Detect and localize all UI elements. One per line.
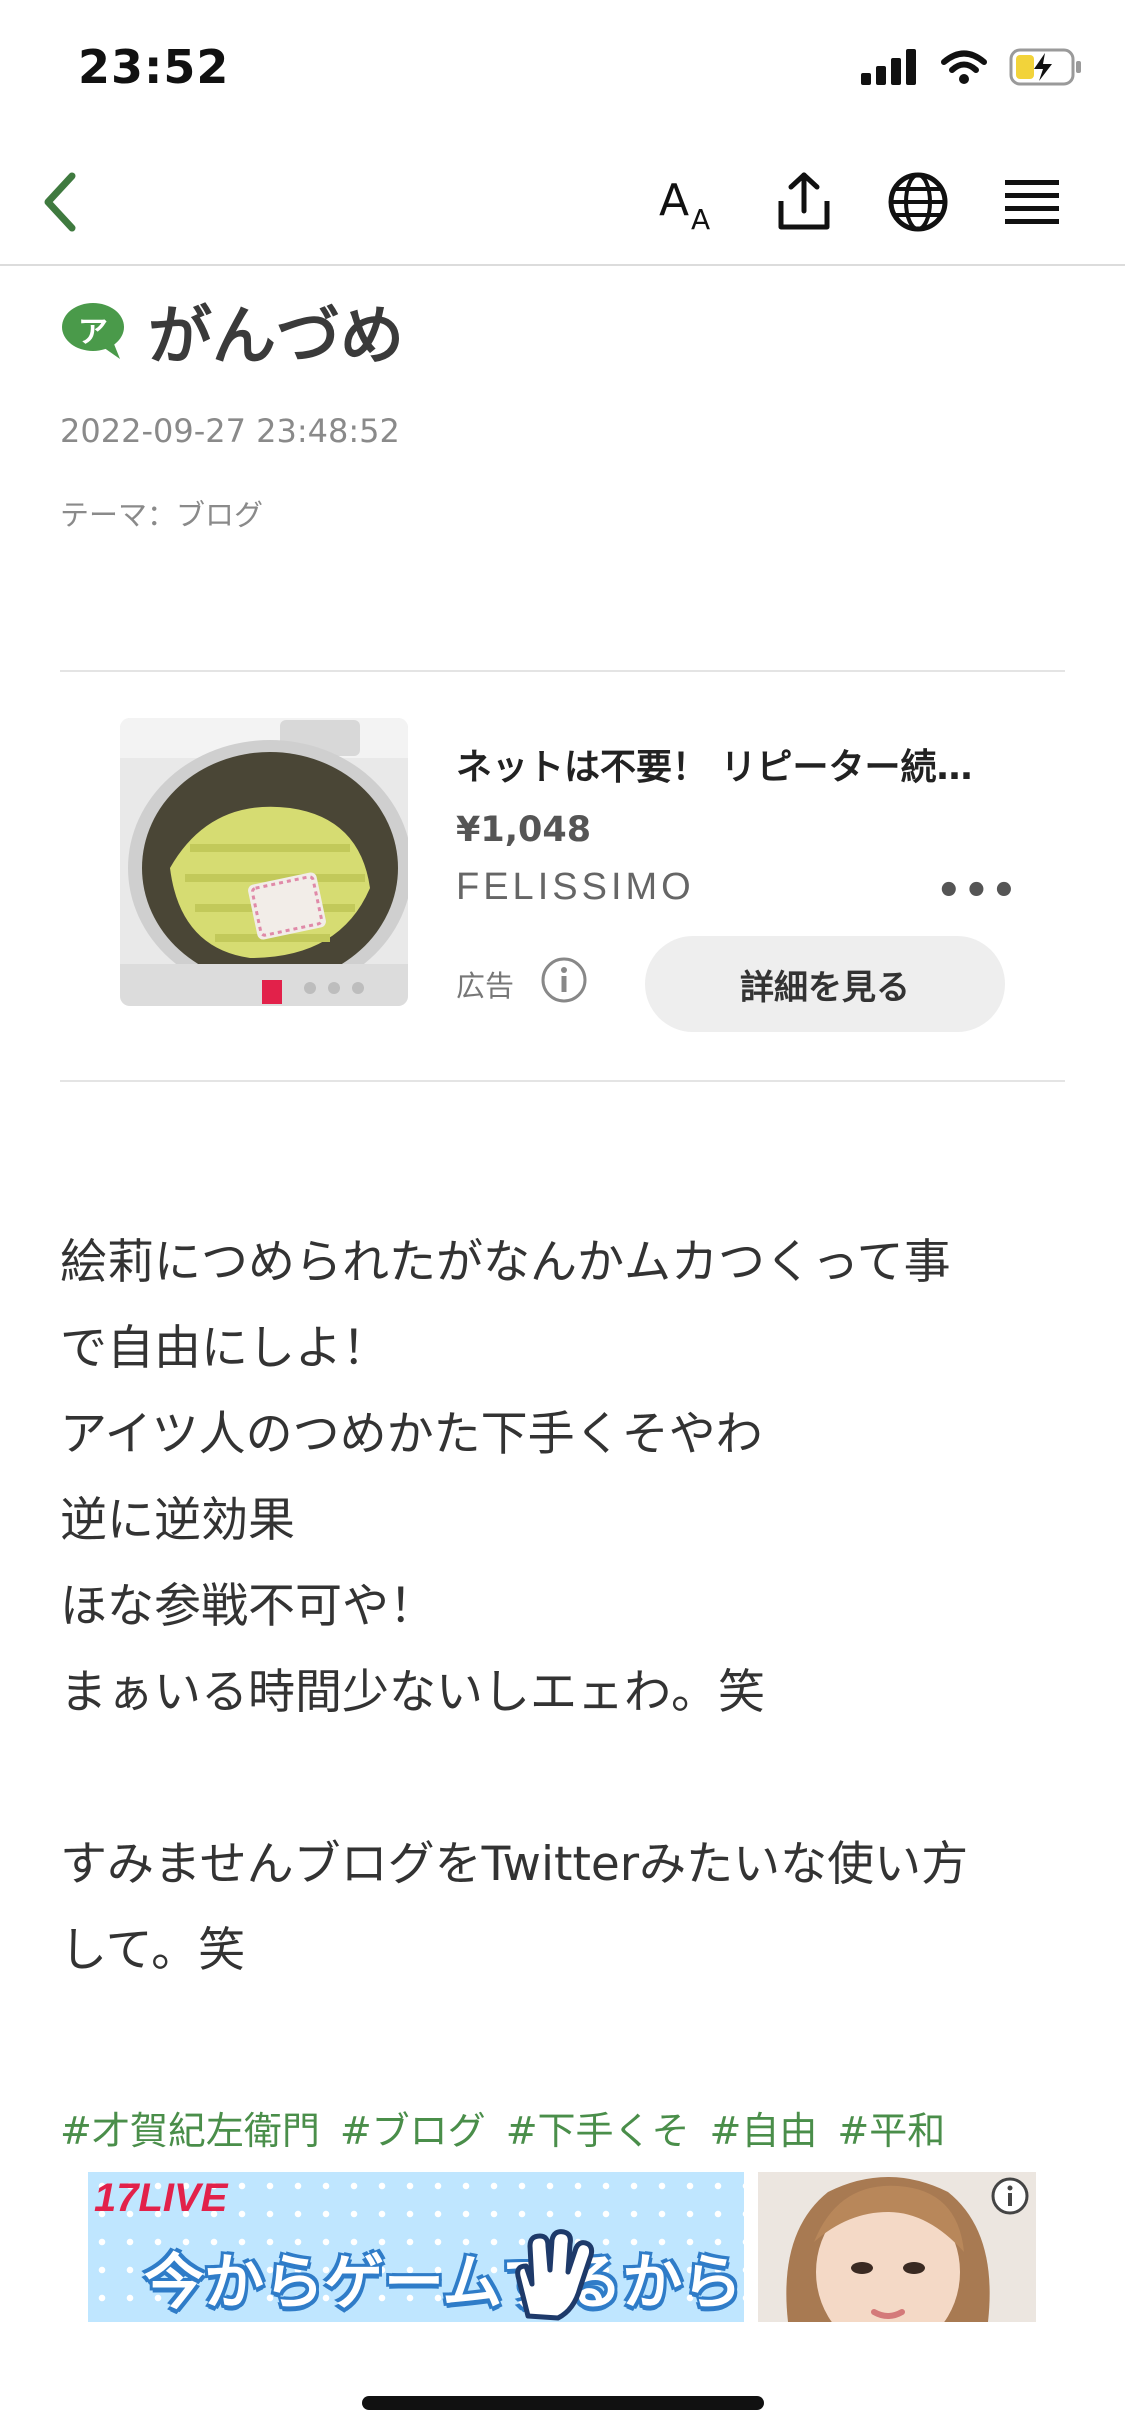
divider: [60, 1080, 1065, 1082]
signal-icon: [861, 49, 916, 85]
status-time: 23:52: [78, 40, 230, 94]
home-indicator[interactable]: [362, 2396, 764, 2410]
ad-title[interactable]: ネットは不要！ リピーター続出の…: [456, 738, 996, 790]
view-details-button[interactable]: 詳細を見る: [645, 936, 1005, 1032]
font-size-icon: A A: [659, 175, 710, 233]
hashtag-link[interactable]: #自由: [710, 2100, 818, 2155]
status-bar: 23:52: [0, 0, 1125, 140]
author-row[interactable]: ア がんづめ: [60, 285, 404, 377]
divider: [60, 670, 1065, 672]
body-line: 絵莉につめられたがなんかムカつくって事: [60, 1235, 951, 1290]
back-chevron-icon: [44, 172, 76, 232]
ad-banner-brand: 17LIVE: [94, 2176, 228, 2220]
navbar: A A: [0, 140, 1125, 266]
body-line: [60, 1736, 1080, 1822]
ad-label: 広告: [456, 969, 515, 1003]
body-line: アイツ人のつめかた下手くそやわ: [60, 1407, 763, 1462]
post-body: 絵莉につめられたがなんかムカつくって事 で自由にしよ！ アイツ人のつめかた下手く…: [60, 1220, 1080, 1994]
ad-product-image[interactable]: [120, 718, 408, 1006]
body-line: して。笑: [60, 1923, 246, 1978]
menu-icon: [1005, 180, 1059, 224]
hashtag-link[interactable]: #平和: [837, 2100, 945, 2155]
font-size-button[interactable]: A A: [648, 162, 728, 242]
body-line: で自由にしよ！: [60, 1321, 389, 1376]
ad-banner[interactable]: 17LIVE 今からゲームするから: [88, 2172, 744, 2322]
ad-thumbnail-image[interactable]: [758, 2172, 1036, 2322]
author-name[interactable]: がんづめ: [148, 285, 404, 377]
body-line: まぁいる時間少ないしエェわ。笑: [60, 1665, 765, 1720]
more-options-button[interactable]: •••: [936, 868, 1019, 914]
share-button[interactable]: [764, 162, 844, 242]
author-badge-icon: ア: [60, 301, 126, 361]
author-badge-char: ア: [78, 315, 108, 350]
share-icon: [778, 172, 830, 230]
globe-icon: [888, 172, 948, 232]
status-icons: [861, 48, 1083, 86]
bottom-ad[interactable]: 17LIVE 今からゲームするから: [88, 2172, 1036, 2322]
ad-brand-logo: FELISSIMO: [456, 866, 695, 908]
wifi-icon: [941, 50, 987, 84]
hashtag-link[interactable]: #才賀紀左衛門: [60, 2100, 320, 2155]
ad-price: ¥1,048: [456, 810, 592, 850]
back-button[interactable]: [20, 162, 100, 242]
adchoices-info-icon[interactable]: [990, 2176, 1030, 2216]
body-line: 逆に逆効果: [60, 1493, 295, 1548]
hashtag-list: #才賀紀左衛門 #ブログ #下手くそ #自由 #平和: [60, 2100, 945, 2155]
svg-text:A: A: [691, 203, 710, 233]
post-date: 2022-09-27 23:48:52: [60, 412, 400, 450]
battery-charging-icon: [1009, 48, 1081, 86]
language-button[interactable]: [878, 162, 958, 242]
hashtag-link[interactable]: #下手くそ: [506, 2100, 690, 2155]
ad-banner-text: 今からゲームするから: [144, 2248, 743, 2318]
hashtag-link[interactable]: #ブログ: [340, 2100, 486, 2155]
menu-button[interactable]: [992, 162, 1072, 242]
svg-text:A: A: [659, 175, 689, 226]
body-line: すみませんブログをTwitterみたいな使い方: [60, 1837, 969, 1892]
body-line: ほな参戦不可や！: [60, 1579, 436, 1634]
post-theme[interactable]: テーマ：ブログ: [60, 492, 263, 534]
ad-card[interactable]: ネットは不要！ リピーター続出の… ¥1,048 FELISSIMO ••• 広…: [120, 718, 1020, 1032]
ad-info-icon[interactable]: [540, 956, 588, 1004]
hand-pointer-icon: [515, 2229, 595, 2321]
